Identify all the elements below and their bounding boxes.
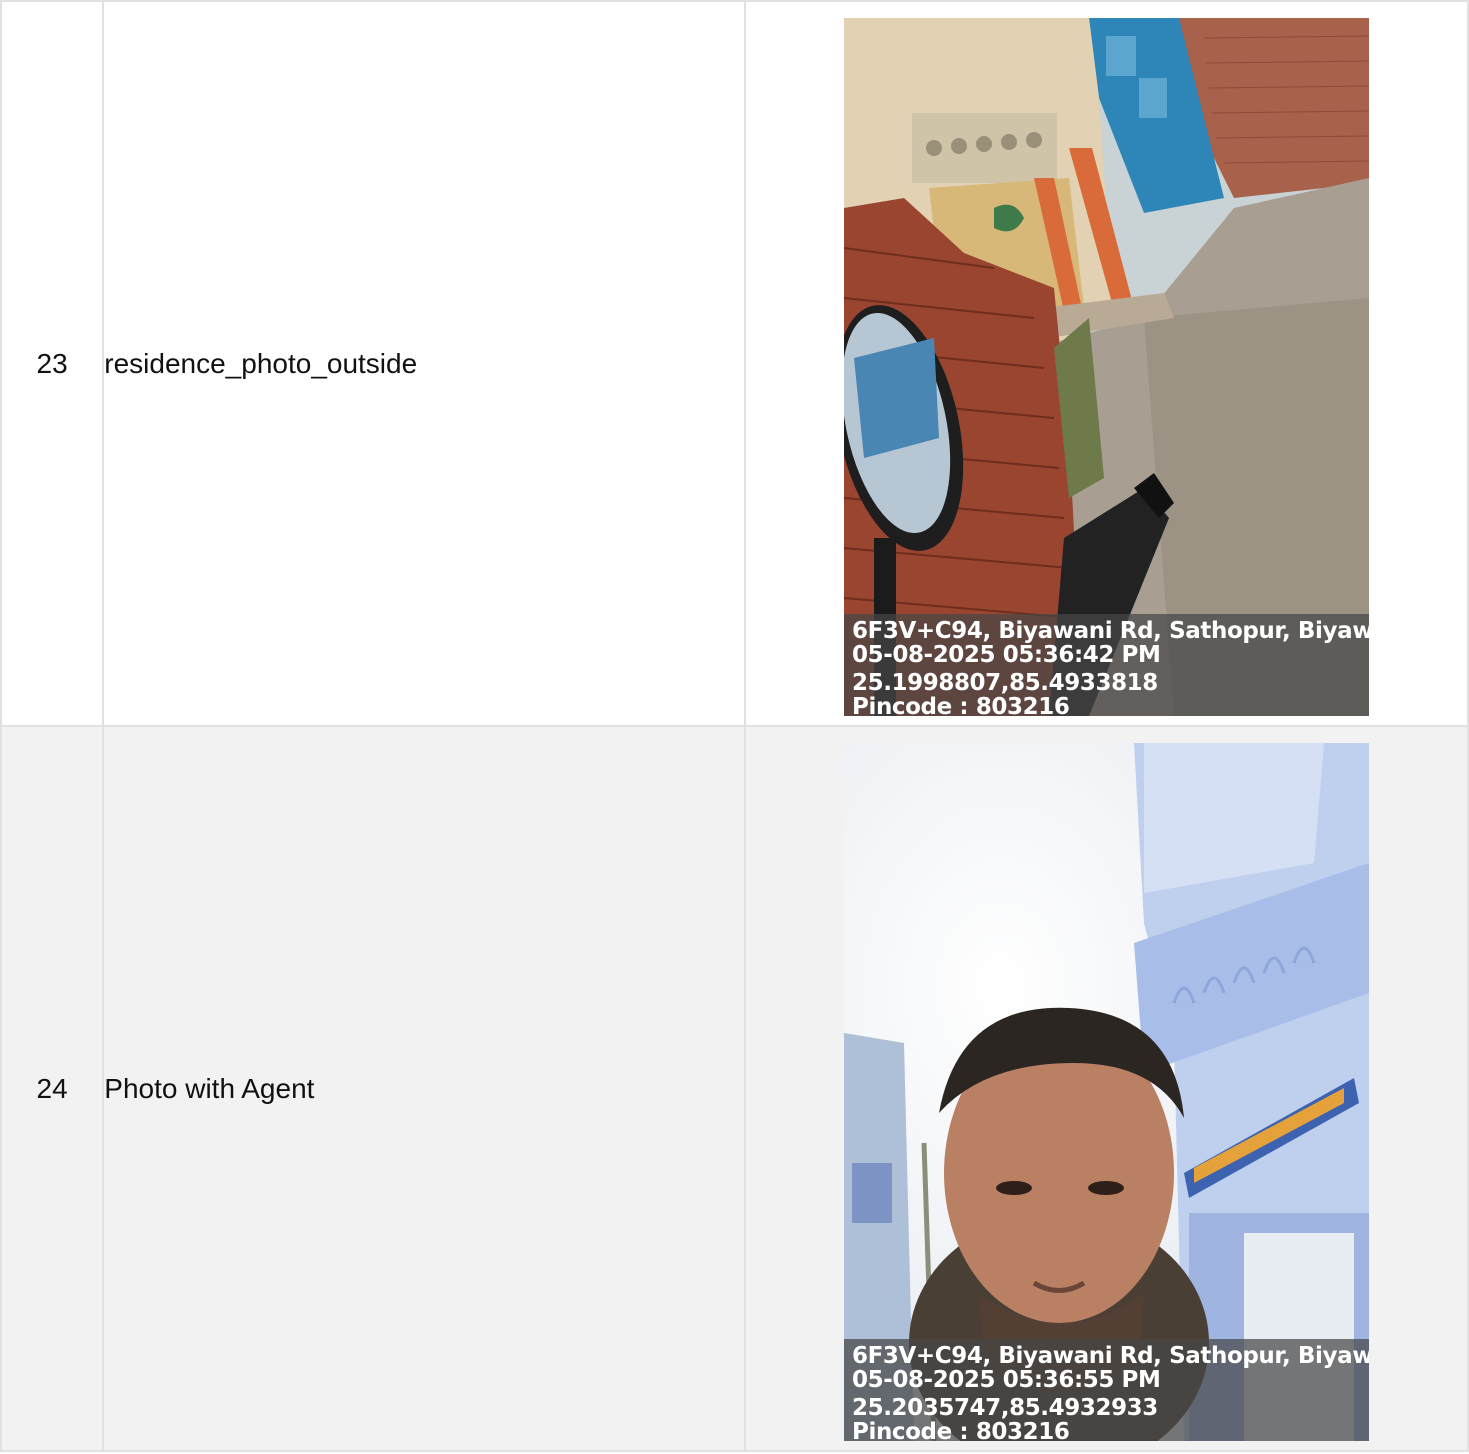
table-row: 23 residence_photo_outside 6F3V+C94, Biy…	[0, 0, 1469, 727]
agent-photo-image	[844, 743, 1369, 1441]
stamp-datetime: 05-08-2025 05:36:42 PM	[852, 642, 1161, 668]
row-label: Photo with Agent	[102, 725, 746, 1452]
photo-cell: 6F3V+C94, Biyawani Rd, Sathopur, Biyawan…	[744, 0, 1469, 727]
stamp-address: 6F3V+C94, Biyawani Rd, Sathopur, Biyawan…	[852, 618, 1369, 644]
residence-photo[interactable]: 6F3V+C94, Biyawani Rd, Sathopur, Biyawan…	[844, 18, 1369, 716]
agent-photo[interactable]: 6F3V+C94, Biyawani Rd, Sathopur, Biyawan…	[844, 743, 1369, 1441]
geo-stamp: 6F3V+C94, Biyawani Rd, Sathopur, Biyawan…	[844, 614, 1369, 716]
photo-cell: 6F3V+C94, Biyawani Rd, Sathopur, Biyawan…	[744, 725, 1469, 1452]
table-row: 24 Photo with Agent 6F3V+C94, Biyawani R…	[0, 725, 1469, 1452]
stamp-address: 6F3V+C94, Biyawani Rd, Sathopur, Biyawan…	[852, 1343, 1369, 1369]
stamp-pincode: Pincode : 803216	[852, 694, 1070, 716]
stamp-datetime: 05-08-2025 05:36:55 PM	[852, 1367, 1161, 1393]
row-label: residence_photo_outside	[102, 0, 746, 727]
photo-table: 23 residence_photo_outside 6F3V+C94, Biy…	[0, 0, 1469, 1452]
geo-stamp: 6F3V+C94, Biyawani Rd, Sathopur, Biyawan…	[844, 1339, 1369, 1441]
stamp-coordinates: 25.1998807,85.4933818	[852, 670, 1158, 696]
stamp-pincode: Pincode : 803216	[852, 1419, 1070, 1441]
row-number: 23	[0, 0, 105, 727]
row-number: 24	[0, 725, 105, 1452]
stamp-coordinates: 25.2035747,85.4932933	[852, 1395, 1158, 1421]
residence-photo-image	[844, 18, 1369, 716]
